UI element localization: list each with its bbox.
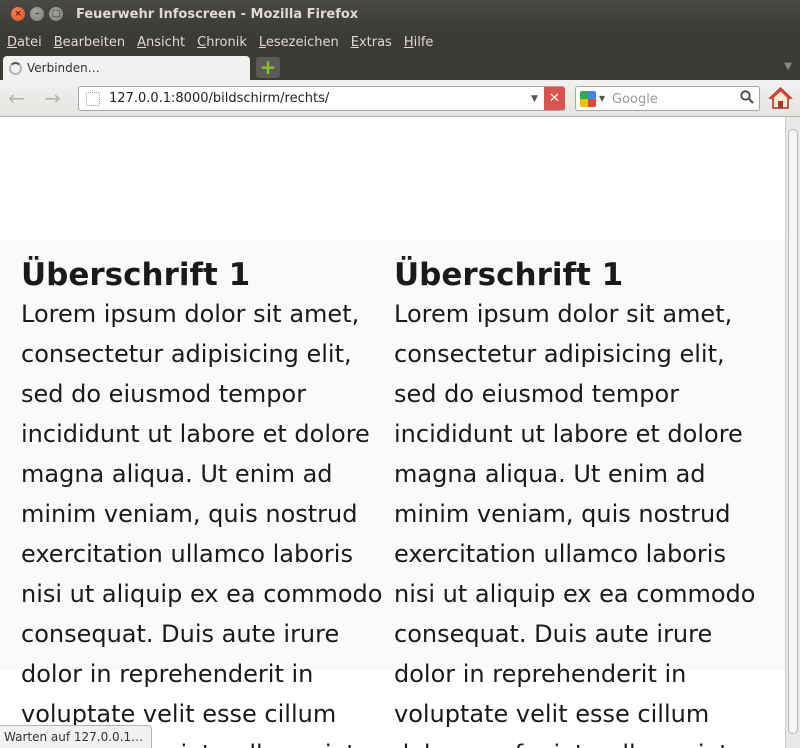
navigation-bar: ← → 127.0.0.1:8000/bildschirm/rechts/ ▼ …	[0, 80, 800, 117]
menu-label: xtras	[358, 34, 392, 50]
url-text[interactable]: 127.0.0.1:8000/bildschirm/rechts/	[109, 91, 329, 106]
menu-bar: Datei Bearbeiten Ansicht Chronik Lesezei…	[0, 30, 800, 54]
status-bar: Warten auf 127.0.0.1…	[0, 725, 153, 748]
menu-label: nsicht	[146, 34, 186, 50]
menu-accel: E	[350, 34, 359, 50]
menu-label: esezeichen	[265, 34, 339, 50]
forward-button[interactable]: →	[44, 88, 61, 108]
menu-chronik[interactable]: Chronik	[192, 35, 252, 50]
search-bar[interactable]: ▼	[575, 86, 760, 111]
menu-lesezeichen[interactable]: Lesezeichen	[254, 35, 344, 50]
window-title: Feuerwehr Infoscreen - Mozilla Firefox	[76, 7, 359, 22]
menu-accel: A	[137, 34, 147, 50]
loading-spinner-icon	[9, 61, 22, 75]
search-engine-dropdown-icon[interactable]: ▼	[599, 94, 605, 103]
home-icon	[768, 86, 793, 109]
search-icon[interactable]	[740, 90, 754, 108]
vertical-scrollbar[interactable]	[785, 117, 800, 748]
menu-accel: C	[197, 34, 207, 50]
menu-accel: D	[7, 34, 18, 50]
window-titlebar: × – □ Feuerwehr Infoscreen - Mozilla Fir…	[0, 0, 800, 30]
url-history-dropdown-icon[interactable]: ▼	[531, 94, 538, 104]
back-button[interactable]: ←	[8, 88, 25, 108]
scrollbar-thumb[interactable]	[788, 129, 798, 734]
menu-hilfe[interactable]: Hilfe	[399, 35, 439, 50]
google-icon[interactable]	[580, 91, 596, 107]
tab-strip: Verbinden… + ▼	[0, 54, 800, 80]
menu-accel: H	[403, 34, 414, 50]
new-tab-button[interactable]: +	[256, 57, 280, 78]
content-column-right: Überschrift 1 Lorem ipsum dolor sit amet…	[394, 255, 766, 748]
stop-button[interactable]: ✕	[544, 87, 565, 110]
menu-label: hronik	[206, 34, 247, 50]
menu-label: ilfe	[413, 34, 434, 50]
window-maximize-button[interactable]: □	[49, 7, 63, 21]
column-heading: Überschrift 1	[394, 257, 624, 293]
home-button[interactable]	[768, 86, 793, 110]
menu-bearbeiten[interactable]: Bearbeiten	[49, 35, 130, 50]
search-input[interactable]	[612, 90, 732, 108]
window-minimize-button[interactable]: –	[30, 7, 44, 21]
window-close-button[interactable]: ×	[11, 7, 25, 21]
menu-accel: L	[258, 34, 266, 50]
menu-ansicht[interactable]: Ansicht	[132, 35, 190, 50]
column-body-text: Lorem ipsum dolor sit amet, consectetur …	[394, 300, 759, 748]
column-heading: Überschrift 1	[21, 257, 251, 293]
page-content: Überschrift 1 Lorem ipsum dolor sit amet…	[0, 117, 785, 748]
tab-label: Verbinden…	[27, 61, 100, 75]
site-favicon-icon	[86, 92, 100, 106]
url-bar[interactable]: 127.0.0.1:8000/bildschirm/rechts/ ▼ ✕	[78, 86, 565, 111]
menu-accel: B	[53, 34, 63, 50]
menu-datei[interactable]: Datei	[2, 35, 47, 50]
menu-label: earbeiten	[62, 34, 126, 50]
tab-active[interactable]: Verbinden…	[3, 56, 250, 80]
menu-label: atei	[17, 34, 42, 50]
menu-extras[interactable]: Extras	[346, 35, 397, 50]
column-body-text: Lorem ipsum dolor sit amet, consectetur …	[21, 300, 386, 748]
content-column-left: Überschrift 1 Lorem ipsum dolor sit amet…	[21, 255, 393, 748]
tab-list-dropdown-icon[interactable]: ▼	[784, 61, 792, 72]
